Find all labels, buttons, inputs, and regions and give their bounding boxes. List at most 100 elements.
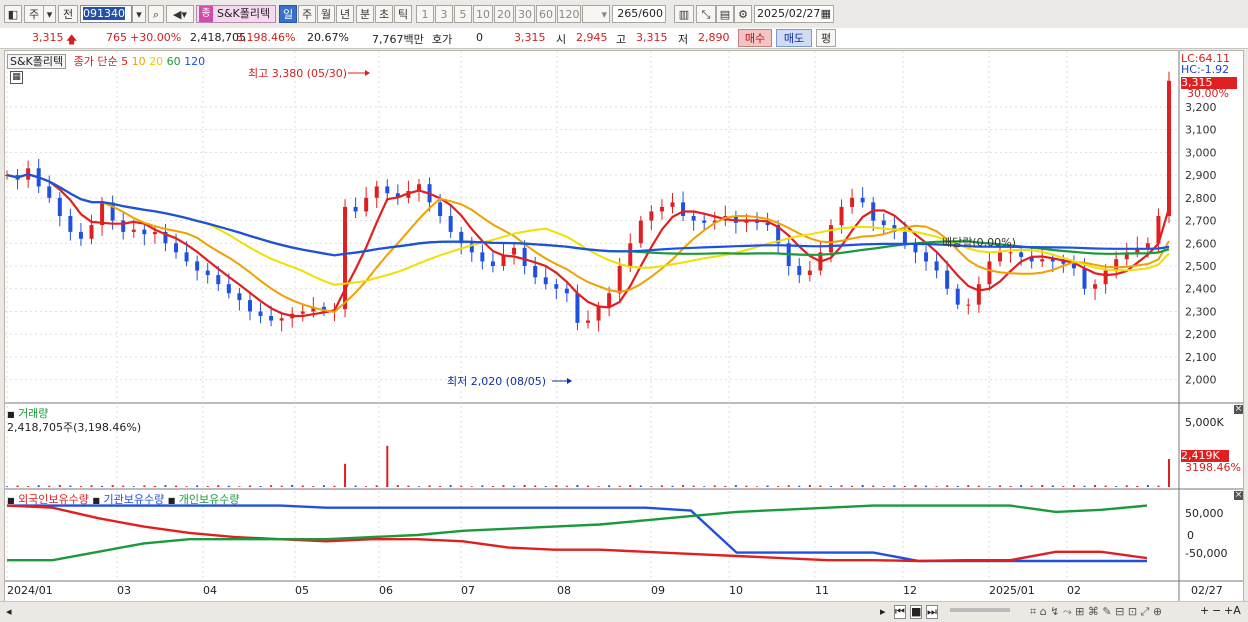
chart-area[interactable]: 3,200 3,100 3,000 2,900 2,800 2,700 2,600 2,500… [4, 50, 1244, 602]
volume-bar [925, 485, 928, 487]
period-tick-button[interactable]: 틱 [394, 5, 412, 23]
volume-bar [175, 485, 178, 487]
speaker-icon[interactable]: ◀▾ [166, 5, 194, 23]
volume-bar [1009, 486, 1012, 487]
candle-body [385, 186, 390, 194]
sell-button[interactable]: 매도 [776, 29, 812, 47]
date-field[interactable]: 2025/02/27 ▦ [754, 5, 834, 23]
low-arrow-head [567, 378, 572, 384]
candle-body [131, 229, 136, 232]
stock-name[interactable]: 종 S&K폴리텍 [196, 5, 276, 23]
auto-scale-icon[interactable]: +A [1224, 605, 1241, 617]
candle-body [976, 284, 981, 305]
volume-bar [1094, 484, 1097, 487]
candle-body [575, 293, 580, 323]
rewind-icon[interactable]: ⏮ [894, 605, 906, 619]
interval-20-button[interactable]: 20 [494, 5, 514, 23]
volume-bar [660, 485, 663, 487]
high-price: 3,315 [636, 31, 668, 44]
volume-bar [692, 485, 695, 487]
candle-body [364, 197, 369, 212]
period-second-button[interactable]: 초 [375, 5, 393, 23]
volume-bar [417, 486, 420, 487]
candle-body [1103, 270, 1108, 285]
stop-icon[interactable]: ■ [910, 605, 923, 619]
volume-bar [1051, 485, 1054, 487]
period-type-select[interactable]: 주 [24, 5, 44, 23]
interval-custom-select[interactable]: ▾ [582, 5, 610, 23]
volume-bar [238, 486, 241, 487]
candle-body [480, 252, 485, 262]
calendar-icon[interactable]: ▦ [821, 6, 831, 22]
volume-bar [58, 484, 61, 487]
period-day-button[interactable]: 일 [279, 5, 297, 23]
close-icon[interactable]: × [1234, 405, 1243, 414]
volume-bar [481, 485, 484, 487]
close-icon[interactable]: × [1234, 491, 1243, 500]
period-week-button[interactable]: 주 [298, 5, 316, 23]
volume-bar [756, 486, 759, 487]
candle-body [670, 202, 675, 207]
candle-type-icon[interactable]: ▥ [674, 5, 694, 23]
flat-button[interactable]: 평 [816, 29, 836, 47]
x-axis-label: 2024/01 [7, 584, 53, 597]
candle-body [628, 243, 633, 266]
zoom-in-icon[interactable]: + [1200, 605, 1209, 617]
volume-bar [935, 486, 938, 487]
period-year-button[interactable]: 년 [336, 5, 354, 23]
search-icon[interactable]: ⌕ [148, 5, 164, 23]
chart-canvas[interactable]: 3,200 3,100 3,000 2,900 2,800 2,700 2,600 2,500… [5, 51, 1243, 601]
x-axis-label: 06 [379, 584, 393, 597]
zoom-slider[interactable] [950, 608, 1010, 612]
volume-bar [956, 485, 959, 487]
volume-spike-bar [344, 463, 347, 487]
volume-bar [449, 485, 452, 487]
dividend-annotation: 배당락(0.00%) [942, 236, 1016, 249]
volume-bar [259, 486, 262, 487]
count-field[interactable]: 265/600 [612, 5, 666, 23]
candle-body [68, 216, 73, 232]
interval-1-button[interactable]: 1 [416, 5, 434, 23]
volume-bar [1062, 486, 1065, 487]
candle-body [269, 316, 274, 321]
prev-button[interactable]: 전 [58, 5, 78, 23]
interval-60-button[interactable]: 60 [536, 5, 556, 23]
chevron-down-icon[interactable]: ▾ [44, 5, 56, 23]
interval-30-button[interactable]: 30 [515, 5, 535, 23]
code-dropdown-icon[interactable]: ▾ [132, 5, 146, 23]
drawing-tool-icon[interactable]: ⤡ [696, 5, 716, 23]
stock-code-input[interactable]: 091340 [80, 5, 132, 23]
period-month-button[interactable]: 월 [317, 5, 335, 23]
volume-bar [671, 485, 674, 487]
volume-bar [206, 485, 209, 487]
zoom-out-icon[interactable]: − [1212, 605, 1221, 617]
fast-forward-icon[interactable]: ⏭ [926, 605, 938, 619]
drawing-tools-icon[interactable]: ⌗ ⌂ ↯ ⤳ ⊞ ⌘ ✎ ⊟ ⊡ ⤢ ⊕ [1030, 606, 1162, 618]
candle-body [860, 197, 865, 203]
legend-ma120: 120 [184, 55, 206, 68]
period-minute-button[interactable]: 분 [356, 5, 374, 23]
price-tick-label: 2,800 [1185, 192, 1217, 205]
scroll-right-icon[interactable]: ▸ [880, 606, 886, 618]
scroll-left-icon[interactable]: ◂ [6, 606, 12, 618]
interval-3-button[interactable]: 3 [435, 5, 453, 23]
individual-holding-line [7, 504, 1148, 562]
price-tick-label: 2,500 [1185, 260, 1217, 273]
window-menu-icon[interactable]: ◧ [4, 5, 22, 23]
interval-5-button[interactable]: 5 [454, 5, 472, 23]
interval-120-button[interactable]: 120 [557, 5, 581, 23]
volume-bar [734, 485, 737, 487]
candle-body [596, 306, 601, 321]
table-icon[interactable]: ▦ [10, 71, 23, 84]
legend-stock-name[interactable]: S&K폴리텍 [7, 54, 67, 69]
high-label: 고 [616, 33, 627, 46]
buy-button[interactable]: 매수 [738, 29, 772, 47]
interval-10-button[interactable]: 10 [473, 5, 493, 23]
quote-row: 3,315 🡅 765 +30.00% 2,418,705 3,198.46% … [0, 28, 1248, 49]
save-icon[interactable]: ▤ [716, 5, 734, 23]
gear-icon[interactable]: ⚙ [734, 5, 752, 23]
volume-bar [1072, 485, 1075, 487]
candle-body [279, 318, 284, 321]
volume-bar [470, 486, 473, 487]
candle-body [997, 252, 1002, 262]
